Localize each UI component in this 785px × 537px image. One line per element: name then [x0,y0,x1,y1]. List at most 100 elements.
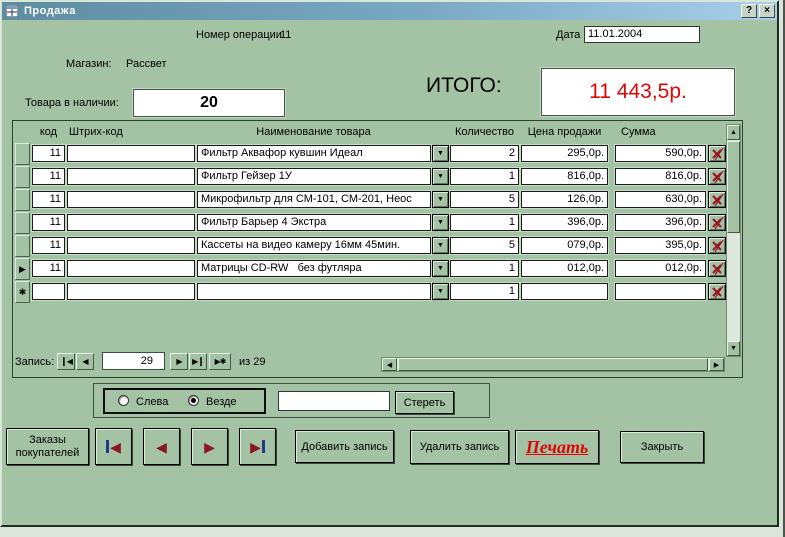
price-field[interactable] [521,283,608,300]
search-input[interactable] [278,391,390,411]
barcode-field[interactable] [67,260,195,277]
price-field[interactable]: 396,0р. [521,214,608,231]
goto-last-button[interactable]: ▶ [239,428,276,465]
barcode-field[interactable] [67,237,195,254]
record-selector[interactable] [15,166,30,188]
record-selector[interactable] [15,212,30,234]
product-name-field[interactable]: Фильтр Гейзер 1У [197,168,431,185]
product-name-field[interactable]: Фильтр Барьер 4 Экстра [197,214,431,231]
record-selector[interactable] [15,143,30,165]
vertical-scrollbar[interactable]: ▲ ▼ [726,124,741,357]
record-selector[interactable] [15,189,30,211]
barcode-field[interactable] [67,283,195,300]
product-name-field[interactable]: Матрицы CD-RW без футляра [197,260,431,277]
quantity-field[interactable]: 5 [450,191,519,208]
goto-previous-button[interactable]: ◀ [143,428,180,465]
current-record-field[interactable]: 29 [102,352,165,370]
product-name-field[interactable]: Кассеты на видео камеру 16мм 45мин. [197,237,431,254]
code-field[interactable] [32,283,65,300]
radio-everywhere[interactable] [188,395,199,406]
quantity-field[interactable]: 1 [450,260,519,277]
close-form-button[interactable]: Закрыть [620,431,704,463]
sum-field[interactable]: 816,0р. [615,168,706,185]
close-button[interactable]: × [759,4,775,18]
search-frame: Слева Везде Стереть [93,383,490,418]
code-field[interactable]: 11 [32,145,65,162]
delete-row-button[interactable] [708,168,726,185]
help-button[interactable]: ? [741,4,757,18]
title-bar[interactable]: Продажа ? × [2,2,777,20]
barcode-field[interactable] [67,168,195,185]
product-name-field[interactable]: Микрофильтр для СМ-101, СМ-201, Неос [197,191,431,208]
price-field[interactable]: 079,0р. [521,237,608,254]
date-field[interactable]: 11.01.2004 [584,26,700,43]
price-field[interactable]: 295,0р. [521,145,608,162]
erase-button[interactable]: Стереть [395,391,454,414]
sum-field[interactable] [615,283,706,300]
quantity-field[interactable]: 5 [450,237,519,254]
product-dropdown-button[interactable]: ▼ [432,214,449,231]
barcode-field[interactable] [67,145,195,162]
quantity-field[interactable]: 1 [450,283,519,300]
horizontal-scroll-thumb[interactable] [398,358,708,371]
code-field[interactable]: 11 [32,214,65,231]
quantity-field[interactable]: 1 [450,214,519,231]
delete-row-button[interactable] [708,237,726,254]
product-dropdown-button[interactable]: ▼ [432,237,449,254]
sum-field[interactable]: 590,0р. [615,145,706,162]
quantity-field[interactable]: 1 [450,168,519,185]
delete-row-button[interactable] [708,260,726,277]
product-dropdown-button[interactable]: ▼ [432,168,449,185]
price-field[interactable]: 012,0р. [521,260,608,277]
customer-orders-button[interactable]: Заказы покупателей [6,428,89,465]
radio-left[interactable] [118,395,129,406]
code-field[interactable]: 11 [32,168,65,185]
product-dropdown-button[interactable]: ▼ [432,283,449,300]
product-dropdown-button[interactable]: ▼ [432,145,449,162]
previous-record-button[interactable]: ◀ [76,353,94,370]
delete-row-button[interactable] [708,145,726,162]
sum-field[interactable]: 630,0р. [615,191,706,208]
arrow-right-icon: ▶ [204,440,215,454]
scroll-right-button[interactable]: ▶ [709,358,724,371]
stock-field[interactable]: 20 [133,89,285,117]
delete-x-icon [711,240,724,252]
product-name-field[interactable] [197,283,431,300]
record-count-label: из 29 [239,356,265,368]
sum-field[interactable]: 395,0р. [615,237,706,254]
vertical-scroll-thumb[interactable] [727,141,740,233]
barcode-field[interactable] [67,214,195,231]
barcode-field[interactable] [67,191,195,208]
delete-row-button[interactable] [708,191,726,208]
product-dropdown-button[interactable]: ▼ [432,191,449,208]
delete-row-button[interactable] [708,283,726,300]
horizontal-scrollbar[interactable]: ◀ ▶ [381,357,725,372]
price-field[interactable]: 816,0р. [521,168,608,185]
scroll-left-button[interactable]: ◀ [382,358,397,371]
scroll-down-button[interactable]: ▼ [727,341,740,356]
sum-field[interactable]: 396,0р. [615,214,706,231]
goto-next-button[interactable]: ▶ [191,428,228,465]
add-record-button[interactable]: Добавить запись [295,430,394,463]
arrow-left-icon: ◀ [156,440,167,454]
first-record-button[interactable]: ❙◀ [57,353,75,370]
product-dropdown-button[interactable]: ▼ [432,260,449,277]
last-record-button[interactable]: ▶❙ [189,353,207,370]
product-name-field[interactable]: Фильтр Аквафор кувшин Идеал [197,145,431,162]
record-selector[interactable]: ✱ [15,281,30,303]
record-selector[interactable] [15,235,30,257]
sum-field[interactable]: 012,0р. [615,260,706,277]
scroll-up-button[interactable]: ▲ [727,125,740,140]
delete-record-button[interactable]: Удалить запись [410,430,509,464]
goto-first-button[interactable]: ◀ [95,428,132,465]
next-record-button[interactable]: ▶ [170,353,188,370]
new-record-button[interactable]: ▶✱ [209,353,231,370]
print-button[interactable]: Печать [515,430,599,464]
code-field[interactable]: 11 [32,260,65,277]
delete-row-button[interactable] [708,214,726,231]
price-field[interactable]: 126,0р. [521,191,608,208]
code-field[interactable]: 11 [32,191,65,208]
quantity-field[interactable]: 2 [450,145,519,162]
code-field[interactable]: 11 [32,237,65,254]
record-selector[interactable]: ▶ [15,258,30,280]
